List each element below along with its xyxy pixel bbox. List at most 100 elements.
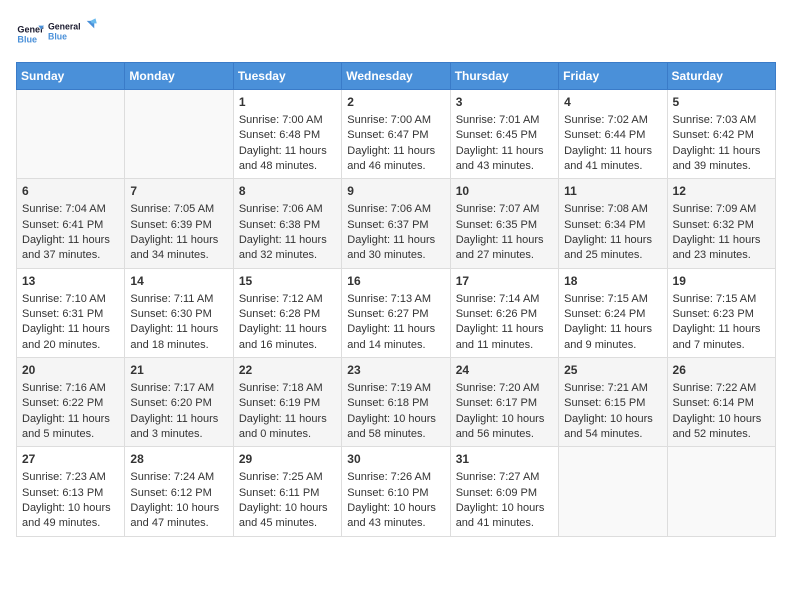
sunset-text: Sunset: 6:24 PM <box>564 307 661 322</box>
day-number: 12 <box>673 183 770 200</box>
day-number: 4 <box>564 94 661 111</box>
daylight-text: Daylight: 11 hours and 32 minutes. <box>239 233 336 264</box>
weekday-header-tuesday: Tuesday <box>233 63 341 90</box>
day-number: 11 <box>564 183 661 200</box>
day-number: 15 <box>239 273 336 290</box>
logo: General Blue General Blue <box>16 16 98 52</box>
calendar-cell: 21 Sunrise: 7:17 AMSunset: 6:20 PMDayligh… <box>125 358 233 447</box>
calendar-cell: 13Sunrise: 7:10 AMSunset: 6:31 PMDayligh… <box>17 268 125 357</box>
calendar-cell: 3Sunrise: 7:01 AMSunset: 6:45 PMDaylight… <box>450 90 558 179</box>
calendar-cell: 11Sunrise: 7:08 AMSunset: 6:34 PMDayligh… <box>559 179 667 268</box>
sunrise-text: Sunrise: 7:05 AM <box>130 202 227 217</box>
sunset-text: Sunset: 6:32 PM <box>673 218 770 233</box>
sunrise-text: Sunrise: 7:17 AM <box>130 381 227 396</box>
day-number: 24 <box>456 362 553 379</box>
calendar-week-row: 6Sunrise: 7:04 AMSunset: 6:41 PMDaylight… <box>17 179 776 268</box>
day-number: 25 <box>564 362 661 379</box>
sunset-text: Sunset: 6:39 PM <box>130 218 227 233</box>
sunrise-text: Sunrise: 7:08 AM <box>564 202 661 217</box>
day-number: 16 <box>347 273 444 290</box>
sunrise-text: Sunrise: 7:18 AM <box>239 381 336 396</box>
sunset-text: Sunset: 6:27 PM <box>347 307 444 322</box>
svg-text:Blue: Blue <box>17 34 37 44</box>
calendar-cell: 29Sunrise: 7:25 AMSunset: 6:11 PMDayligh… <box>233 447 341 536</box>
weekday-header-thursday: Thursday <box>450 63 558 90</box>
sunrise-text: Sunrise: 7:15 AM <box>564 292 661 307</box>
sunset-text: Sunset: 6:17 PM <box>456 396 553 411</box>
day-number: 28 <box>130 451 227 468</box>
daylight-text: Daylight: 11 hours and 14 minutes. <box>347 322 444 353</box>
sunrise-text: Sunrise: 7:11 AM <box>130 292 227 307</box>
sunset-text: Sunset: 6:48 PM <box>239 128 336 143</box>
calendar-cell: 28Sunrise: 7:24 AMSunset: 6:12 PMDayligh… <box>125 447 233 536</box>
sunset-text: Sunset: 6:11 PM <box>239 486 336 501</box>
day-number: 27 <box>22 451 119 468</box>
day-number: 23 <box>347 362 444 379</box>
sunset-text: Sunset: 6:18 PM <box>347 396 444 411</box>
sunset-text: Sunset: 6:19 PM <box>239 396 336 411</box>
daylight-text: Daylight: 11 hours and 18 minutes. <box>130 322 227 353</box>
day-number: 2 <box>347 94 444 111</box>
calendar-week-row: 20Sunrise: 7:16 AMSunset: 6:22 PMDayligh… <box>17 358 776 447</box>
sunset-text: Sunset: 6:37 PM <box>347 218 444 233</box>
daylight-text: Daylight: 11 hours and 46 minutes. <box>347 144 444 175</box>
day-number: 22 <box>239 362 336 379</box>
daylight-text: Daylight: 11 hours and 3 minutes. <box>130 412 227 443</box>
day-number: 1 <box>239 94 336 111</box>
calendar-cell: 16Sunrise: 7:13 AMSunset: 6:27 PMDayligh… <box>342 268 450 357</box>
sunset-text: Sunset: 6:15 PM <box>564 396 661 411</box>
day-number: 14 <box>130 273 227 290</box>
calendar-week-row: 27 Sunrise: 7:23 AMSunset: 6:13 PMDayligh… <box>17 447 776 536</box>
sunrise-text: Sunrise: 7:06 AM <box>239 202 336 217</box>
daylight-text: Daylight: 10 hours and 49 minutes. <box>22 501 119 532</box>
calendar-cell <box>559 447 667 536</box>
sunrise-text: Sunrise: 7:04 AM <box>22 202 119 217</box>
weekday-header-friday: Friday <box>559 63 667 90</box>
calendar-table: SundayMondayTuesdayWednesdayThursdayFrid… <box>16 62 776 537</box>
daylight-text: Daylight: 11 hours and 41 minutes. <box>564 144 661 175</box>
calendar-cell: 15Sunrise: 7:12 AMSunset: 6:28 PMDayligh… <box>233 268 341 357</box>
daylight-text: Daylight: 11 hours and 37 minutes. <box>22 233 119 264</box>
sunset-text: Sunset: 6:20 PM <box>130 396 227 411</box>
calendar-week-row: 13Sunrise: 7:10 AMSunset: 6:31 PMDayligh… <box>17 268 776 357</box>
sunrise-text: Sunrise: 7:10 AM <box>22 292 119 307</box>
calendar-cell: 2Sunrise: 7:00 AMSunset: 6:47 PMDaylight… <box>342 90 450 179</box>
daylight-text: Daylight: 11 hours and 23 minutes. <box>673 233 770 264</box>
day-number: 20 <box>22 362 119 379</box>
calendar-cell: 24Sunrise: 7:20 AMSunset: 6:17 PMDayligh… <box>450 358 558 447</box>
sunrise-text: Sunrise: 7:23 AM <box>22 470 119 485</box>
sunset-text: Sunset: 6:44 PM <box>564 128 661 143</box>
daylight-text: Daylight: 11 hours and 30 minutes. <box>347 233 444 264</box>
calendar-cell: 9Sunrise: 7:06 AMSunset: 6:37 PMDaylight… <box>342 179 450 268</box>
calendar-cell: 17Sunrise: 7:14 AMSunset: 6:26 PMDayligh… <box>450 268 558 357</box>
day-number: 21 <box>130 362 227 379</box>
day-number: 30 <box>347 451 444 468</box>
sunset-text: Sunset: 6:12 PM <box>130 486 227 501</box>
svg-text:Blue: Blue <box>48 32 67 42</box>
day-number: 17 <box>456 273 553 290</box>
daylight-text: Daylight: 11 hours and 34 minutes. <box>130 233 227 264</box>
weekday-header-wednesday: Wednesday <box>342 63 450 90</box>
calendar-cell: 14Sunrise: 7:11 AMSunset: 6:30 PMDayligh… <box>125 268 233 357</box>
sunset-text: Sunset: 6:13 PM <box>22 486 119 501</box>
day-number: 5 <box>673 94 770 111</box>
daylight-text: Daylight: 11 hours and 27 minutes. <box>456 233 553 264</box>
daylight-text: Daylight: 11 hours and 7 minutes. <box>673 322 770 353</box>
calendar-week-row: 1Sunrise: 7:00 AMSunset: 6:48 PMDaylight… <box>17 90 776 179</box>
daylight-text: Daylight: 11 hours and 39 minutes. <box>673 144 770 175</box>
sunset-text: Sunset: 6:26 PM <box>456 307 553 322</box>
svg-text:General: General <box>48 22 81 32</box>
calendar-cell: 22Sunrise: 7:18 AMSunset: 6:19 PMDayligh… <box>233 358 341 447</box>
sunset-text: Sunset: 6:28 PM <box>239 307 336 322</box>
sunrise-text: Sunrise: 7:21 AM <box>564 381 661 396</box>
calendar-cell: 4 Sunrise: 7:02 AMSunset: 6:44 PMDaylight… <box>559 90 667 179</box>
sunrise-text: Sunrise: 7:02 AM <box>564 113 661 128</box>
calendar-cell: 27 Sunrise: 7:23 AMSunset: 6:13 PMDayligh… <box>17 447 125 536</box>
calendar-cell: 25Sunrise: 7:21 AMSunset: 6:15 PMDayligh… <box>559 358 667 447</box>
calendar-cell: 10Sunrise: 7:07 AMSunset: 6:35 PMDayligh… <box>450 179 558 268</box>
sunset-text: Sunset: 6:23 PM <box>673 307 770 322</box>
day-number: 10 <box>456 183 553 200</box>
calendar-cell: 26Sunrise: 7:22 AMSunset: 6:14 PMDayligh… <box>667 358 775 447</box>
day-number: 31 <box>456 451 553 468</box>
day-number: 3 <box>456 94 553 111</box>
